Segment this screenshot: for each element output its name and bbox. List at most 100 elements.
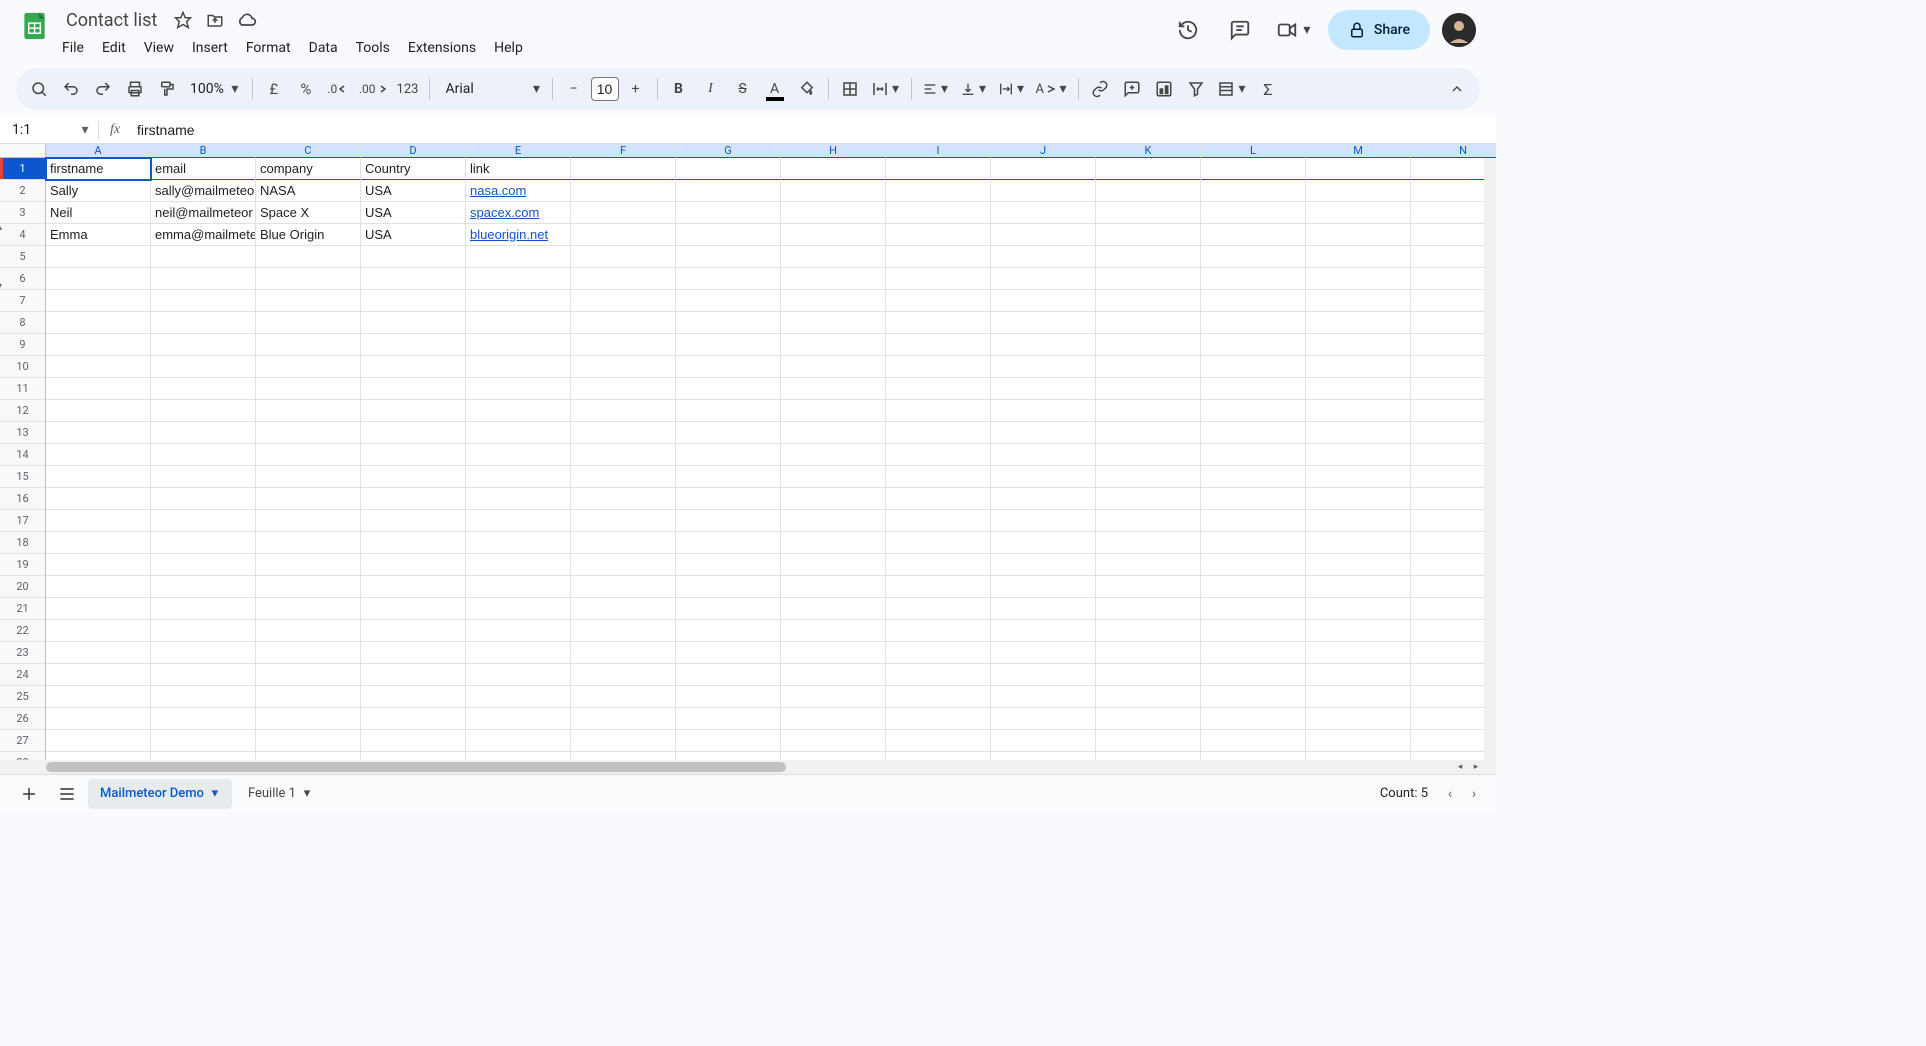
cell[interactable]: [781, 730, 886, 752]
cell[interactable]: [571, 730, 676, 752]
cell[interactable]: [256, 378, 361, 400]
cell[interactable]: [361, 686, 466, 708]
collapse-toolbar-button[interactable]: [1442, 74, 1472, 104]
cell[interactable]: firstname: [46, 158, 151, 180]
cell[interactable]: [256, 312, 361, 334]
cell[interactable]: [676, 554, 781, 576]
row-header[interactable]: 23: [0, 642, 46, 664]
decrease-font-size-button[interactable]: −: [559, 74, 589, 104]
cell[interactable]: [991, 664, 1096, 686]
cell[interactable]: [991, 532, 1096, 554]
cell[interactable]: [886, 664, 991, 686]
row-header[interactable]: 8: [0, 312, 46, 334]
account-avatar[interactable]: [1442, 13, 1476, 47]
cell[interactable]: [466, 312, 571, 334]
cell[interactable]: Neil: [46, 202, 151, 224]
cell[interactable]: [571, 686, 676, 708]
increase-decimal-button[interactable]: .00: [355, 74, 391, 104]
cell[interactable]: [361, 290, 466, 312]
horizontal-scrollbar[interactable]: ◂ ▸: [0, 760, 1496, 774]
row-header[interactable]: 11: [0, 378, 46, 400]
cell[interactable]: [781, 202, 886, 224]
cell[interactable]: [781, 466, 886, 488]
cell[interactable]: [256, 620, 361, 642]
cell[interactable]: [1096, 532, 1201, 554]
star-icon[interactable]: [171, 8, 195, 32]
cell[interactable]: [466, 642, 571, 664]
fill-color-button[interactable]: [792, 74, 822, 104]
cell[interactable]: [886, 598, 991, 620]
chevron-down-icon[interactable]: ▾: [210, 786, 220, 801]
cell[interactable]: [361, 378, 466, 400]
cell[interactable]: [361, 422, 466, 444]
cell[interactable]: [571, 598, 676, 620]
row-header[interactable]: 10: [0, 356, 46, 378]
cell[interactable]: [886, 620, 991, 642]
move-icon[interactable]: [203, 8, 227, 32]
cell[interactable]: [1201, 466, 1306, 488]
cell[interactable]: [46, 422, 151, 444]
cell[interactable]: [781, 312, 886, 334]
cell[interactable]: [361, 466, 466, 488]
cell[interactable]: [886, 730, 991, 752]
cell[interactable]: [676, 466, 781, 488]
cell[interactable]: [466, 576, 571, 598]
cell[interactable]: [256, 752, 361, 760]
cell[interactable]: [781, 268, 886, 290]
menu-edit[interactable]: Edit: [94, 36, 134, 60]
cell[interactable]: [676, 224, 781, 246]
row-header[interactable]: 12: [0, 400, 46, 422]
cell[interactable]: [1306, 554, 1411, 576]
cell[interactable]: [676, 268, 781, 290]
currency-button[interactable]: £: [259, 74, 289, 104]
cell[interactable]: [676, 202, 781, 224]
cell[interactable]: [781, 356, 886, 378]
column-header[interactable]: L: [1201, 144, 1306, 158]
cell[interactable]: [361, 488, 466, 510]
cell[interactable]: [1096, 158, 1201, 180]
sheets-logo[interactable]: [16, 6, 56, 46]
cell[interactable]: [151, 312, 256, 334]
functions-button[interactable]: Σ: [1253, 74, 1283, 104]
cell[interactable]: [46, 246, 151, 268]
cell[interactable]: [991, 488, 1096, 510]
cell[interactable]: [151, 576, 256, 598]
add-sheet-button[interactable]: [12, 779, 46, 809]
cell[interactable]: [256, 488, 361, 510]
cell[interactable]: [1306, 532, 1411, 554]
column-header[interactable]: B: [151, 144, 256, 158]
cell[interactable]: [46, 664, 151, 686]
cell[interactable]: Space X: [256, 202, 361, 224]
cell[interactable]: [991, 356, 1096, 378]
chevron-down-icon[interactable]: ▾: [302, 786, 312, 801]
cell[interactable]: [571, 312, 676, 334]
cell[interactable]: Country: [361, 158, 466, 180]
cell[interactable]: [886, 752, 991, 760]
cell[interactable]: [781, 180, 886, 202]
cell[interactable]: [1306, 466, 1411, 488]
cell[interactable]: [1201, 422, 1306, 444]
redo-button[interactable]: [88, 74, 118, 104]
cell[interactable]: [1201, 620, 1306, 642]
text-color-button[interactable]: A: [760, 74, 790, 104]
cell[interactable]: [886, 466, 991, 488]
cell[interactable]: [1306, 598, 1411, 620]
cell[interactable]: [151, 378, 256, 400]
cell[interactable]: [991, 246, 1096, 268]
cell[interactable]: [1201, 488, 1306, 510]
cell[interactable]: [46, 466, 151, 488]
cell[interactable]: [991, 466, 1096, 488]
cell[interactable]: [466, 400, 571, 422]
cell[interactable]: [256, 422, 361, 444]
cell[interactable]: [1096, 730, 1201, 752]
cell[interactable]: [676, 158, 781, 180]
cell[interactable]: blueorigin.net: [466, 224, 571, 246]
font-family-dropdown[interactable]: Arial▾: [436, 74, 546, 104]
zoom-dropdown[interactable]: 100%▾: [184, 74, 246, 104]
cell[interactable]: [676, 532, 781, 554]
cell[interactable]: [466, 378, 571, 400]
cell[interactable]: [781, 598, 886, 620]
cell[interactable]: Sally: [46, 180, 151, 202]
cell[interactable]: [46, 642, 151, 664]
cell[interactable]: [676, 598, 781, 620]
